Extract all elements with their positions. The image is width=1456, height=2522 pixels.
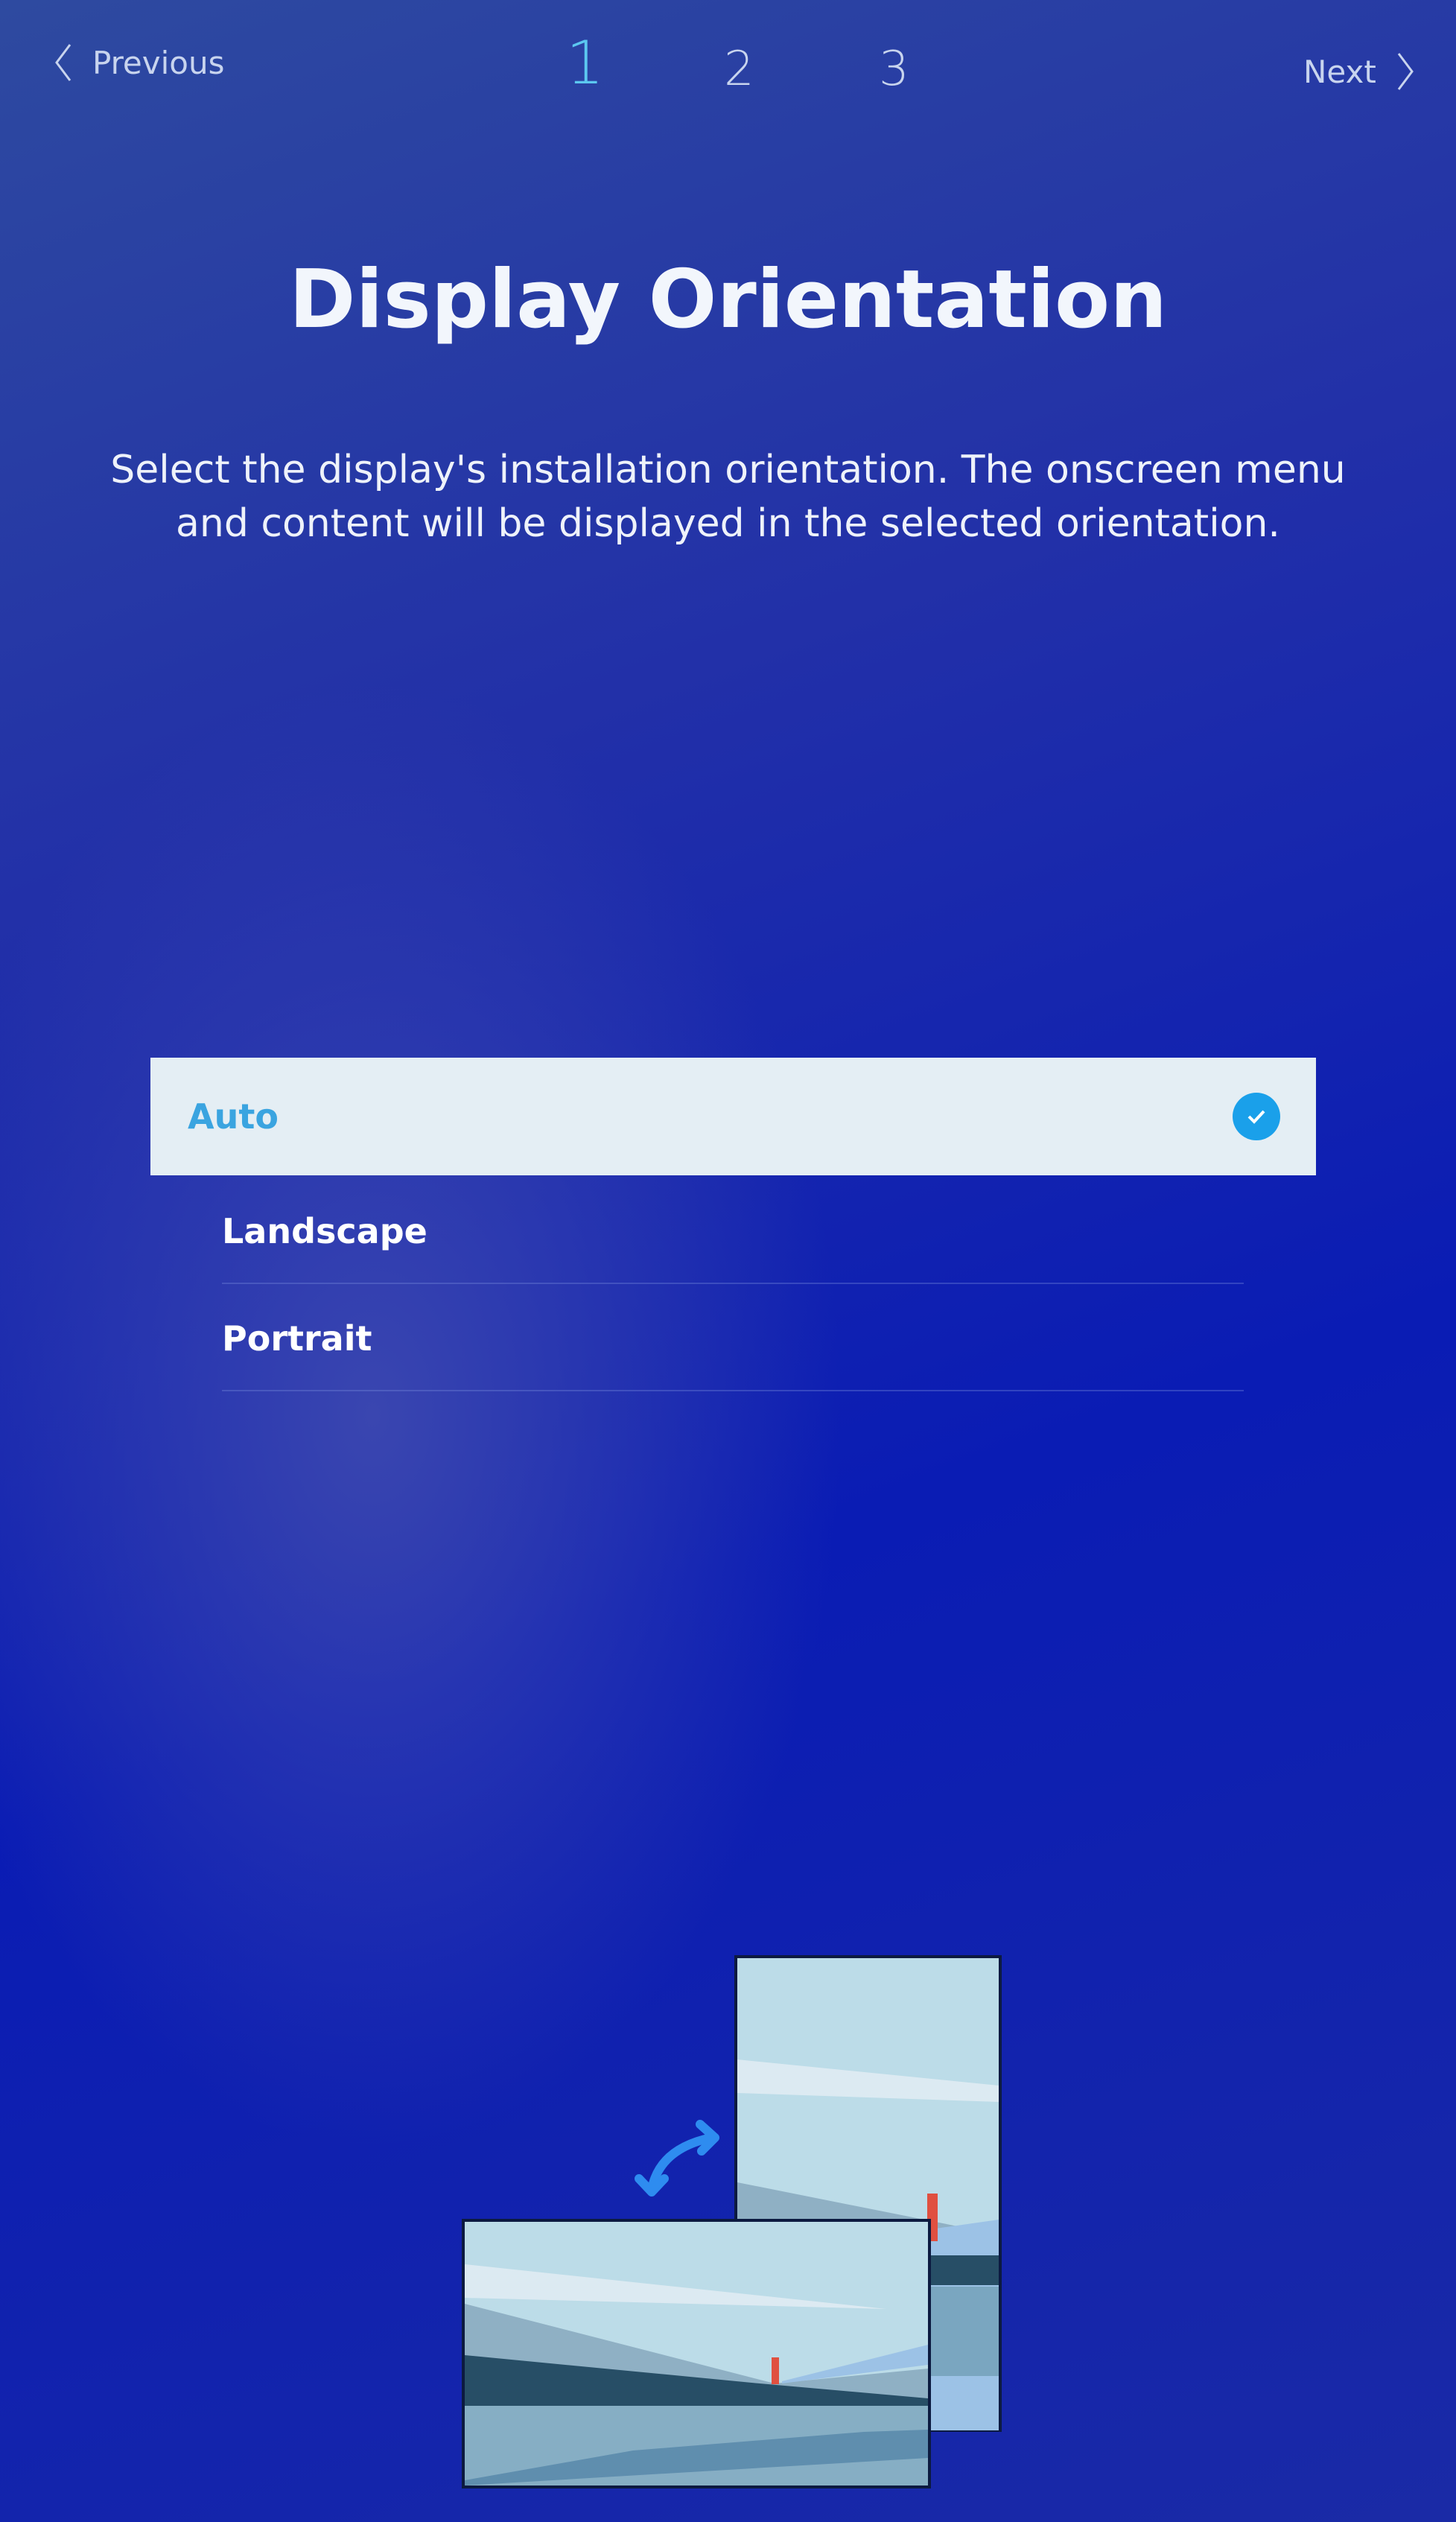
- previous-label: Previous: [92, 44, 225, 81]
- step-1[interactable]: 1: [566, 28, 604, 98]
- orientation-illustration: [462, 1955, 1002, 2488]
- step-2[interactable]: 2: [724, 42, 754, 97]
- option-portrait[interactable]: Portrait: [222, 1287, 1244, 1391]
- next-label: Next: [1303, 53, 1376, 90]
- rotate-arrow-icon: [635, 2120, 719, 2197]
- description-line-1: Select the display's installation orient…: [110, 448, 1346, 492]
- option-label: Landscape: [222, 1211, 427, 1251]
- chevron-right-icon: [1397, 53, 1414, 90]
- option-label: Auto: [188, 1096, 279, 1137]
- page-title: Display Orientation: [288, 253, 1168, 346]
- landscape-display-image: [462, 2219, 931, 2488]
- next-button[interactable]: Next: [1303, 52, 1415, 91]
- check-circle-icon: [1233, 1093, 1280, 1140]
- chevron-left-icon: [55, 44, 71, 81]
- option-landscape[interactable]: Landscape: [222, 1180, 1244, 1284]
- step-3[interactable]: 3: [879, 42, 909, 97]
- option-label: Portrait: [222, 1318, 372, 1359]
- description-line-2: and content will be displayed in the sel…: [176, 501, 1280, 546]
- option-auto[interactable]: Auto: [150, 1058, 1316, 1175]
- previous-button[interactable]: Previous: [54, 43, 225, 82]
- page-description: Select the display's installation orient…: [0, 443, 1456, 550]
